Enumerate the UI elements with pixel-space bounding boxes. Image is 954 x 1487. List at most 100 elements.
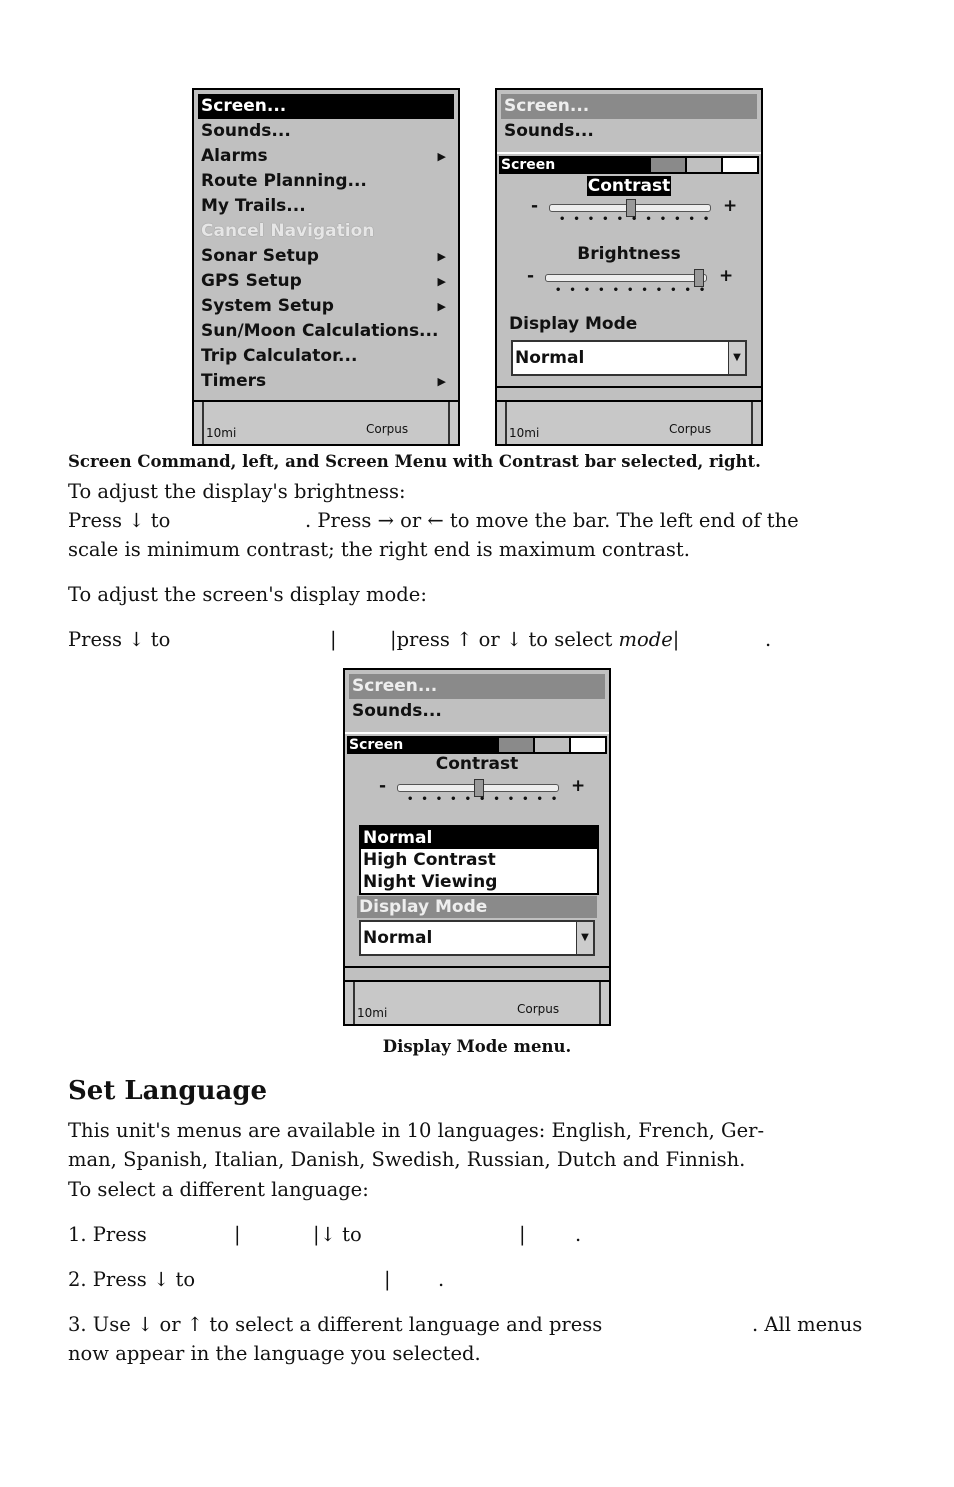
swatch [533,738,569,752]
label: System Setup [201,296,334,316]
text: . [575,1223,582,1246]
swatch [721,158,757,172]
swatch [685,158,721,172]
text: man, Spanish, Italian, Danish, Swedish, … [68,1148,746,1171]
menu-item-screen: Screen... [198,94,454,119]
text: |↓ to [313,1223,362,1246]
label: Sonar Setup [201,246,319,266]
dropdown-arrow-icon[interactable]: ▼ [576,922,593,954]
text: This unit's menus are available in 10 la… [68,1119,765,1142]
submenu-arrow-icon: ▶ [437,375,446,388]
text: | [672,628,680,651]
panel-title: Screen [347,736,607,754]
display-mode-dropdown[interactable]: Normal ▼ [359,920,595,956]
submenu-arrow-icon: ▶ [437,300,446,313]
panel-title: Screen [499,156,759,174]
brightness-label: Brightness [577,244,681,264]
screen-panel: Screen Contrast - + ••••••••••• Normal H… [345,732,609,968]
menu-item-sounds: Sounds... [504,121,594,141]
submenu-arrow-icon: ▶ [437,250,446,263]
option-night-viewing[interactable]: Night Viewing [361,871,597,893]
ticks: ••••••••••• [555,285,714,296]
brightness-slider[interactable] [545,269,707,287]
value: Normal [515,348,585,368]
display-mode-menu: Screen... Sounds... Screen Contrast - + … [343,668,611,1026]
menu-item-timers: Timers ▶ [198,369,454,394]
map-label: Corpus [669,422,712,436]
map-scale: 10mi [206,426,237,440]
menu-item-cancel-navigation: Cancel Navigation [201,221,375,241]
text: | [234,1223,241,1246]
contrast-label: Contrast [586,176,672,196]
figure-caption: Screen Command, left, and Screen Menu wi… [68,452,761,471]
step-1: 1. Press [68,1223,147,1246]
submenu-arrow-icon: ▶ [437,275,446,288]
text: | [519,1223,526,1246]
menu-item-sounds: Sounds... [201,121,291,141]
text: | [384,1268,391,1291]
plus: + [571,776,586,796]
map-scale: 10mi [509,426,540,440]
title: Screen [501,157,556,173]
option-high-contrast[interactable]: High Contrast [361,849,597,871]
contrast-slider[interactable] [397,779,559,797]
display-mode-options: Normal High Contrast Night Viewing [359,825,599,895]
text: . [438,1268,445,1291]
minus: - [379,776,387,796]
label: Alarms [201,146,268,166]
screen-menu-contrast: Screen... Sounds... Screen Contrast - + … [495,88,763,446]
section-heading: Set Language [68,1076,268,1106]
menu-item-screen: Screen... [501,94,757,119]
dropdown-arrow-icon[interactable]: ▼ [728,342,745,374]
display-mode-label: Display Mode [509,314,638,334]
map-strip: 10mi Corpus [345,980,609,1024]
text: now appear in the language you selected. [68,1342,481,1365]
map-label: Corpus [366,422,409,436]
ticks: ••••••••••• [559,214,718,225]
contrast-slider[interactable] [549,199,711,217]
swatch [569,738,605,752]
paragraph: To adjust the display's brightness: [68,480,406,503]
paragraph: To adjust the screen's display mode: [68,583,427,606]
menu-item-trip-calculator: Trip Calculator... [201,346,358,366]
text: | [330,628,337,651]
text: Press ↓ to [68,509,171,532]
display-mode-dropdown[interactable]: Normal ▼ [511,340,747,376]
map-strip: 10mi Corpus [194,400,458,444]
contrast-label: Contrast [435,754,519,774]
submenu-arrow-icon: ▶ [437,150,446,163]
minus: - [527,266,535,286]
figure-caption: Display Mode menu. [382,1037,572,1056]
value: Normal [363,928,433,948]
text-italic: mode [618,628,673,651]
map-strip: 10mi Corpus [497,400,761,444]
manual-page: Screen... Sounds... Alarms ▶ Route Planni… [0,0,954,1487]
map-label: Corpus [517,1002,560,1016]
text: . [765,628,772,651]
menu-item-alarms: Alarms ▶ [198,144,454,169]
text: |press ↑ or ↓ to select [390,628,619,651]
title: Screen [349,737,404,753]
swatch [497,738,533,752]
plus: + [723,196,738,216]
text: |press ↑ or ↓ to select mode| [390,628,679,652]
menu-item-my-trails: My Trails... [201,196,306,216]
swatch [649,158,685,172]
screen-command-menu: Screen... Sounds... Alarms ▶ Route Planni… [192,88,460,446]
menu-item-sonar-setup: Sonar Setup ▶ [198,244,454,269]
map-scale: 10mi [357,1006,388,1020]
menu-item-sun-moon: Sun/Moon Calculations... [201,321,439,341]
screen-panel: Screen Contrast - + ••••••••••• Brightne… [497,152,761,388]
minus: - [531,196,539,216]
text: Press ↓ to [68,628,171,651]
display-mode-label: Display Mode [357,896,597,918]
text: . Press → or ← to move the bar. The left… [305,509,799,532]
text: To select a different language: [68,1178,369,1201]
option-normal[interactable]: Normal [361,827,597,849]
step-3: 3. Use ↓ or ↑ to select a different lang… [68,1313,603,1336]
menu-item-system-setup: System Setup ▶ [198,294,454,319]
menu-item-screen: Screen... [349,674,605,699]
text: scale is minimum contrast; the right end… [68,538,690,561]
step-2: 2. Press ↓ to [68,1268,196,1291]
plus: + [719,266,734,286]
